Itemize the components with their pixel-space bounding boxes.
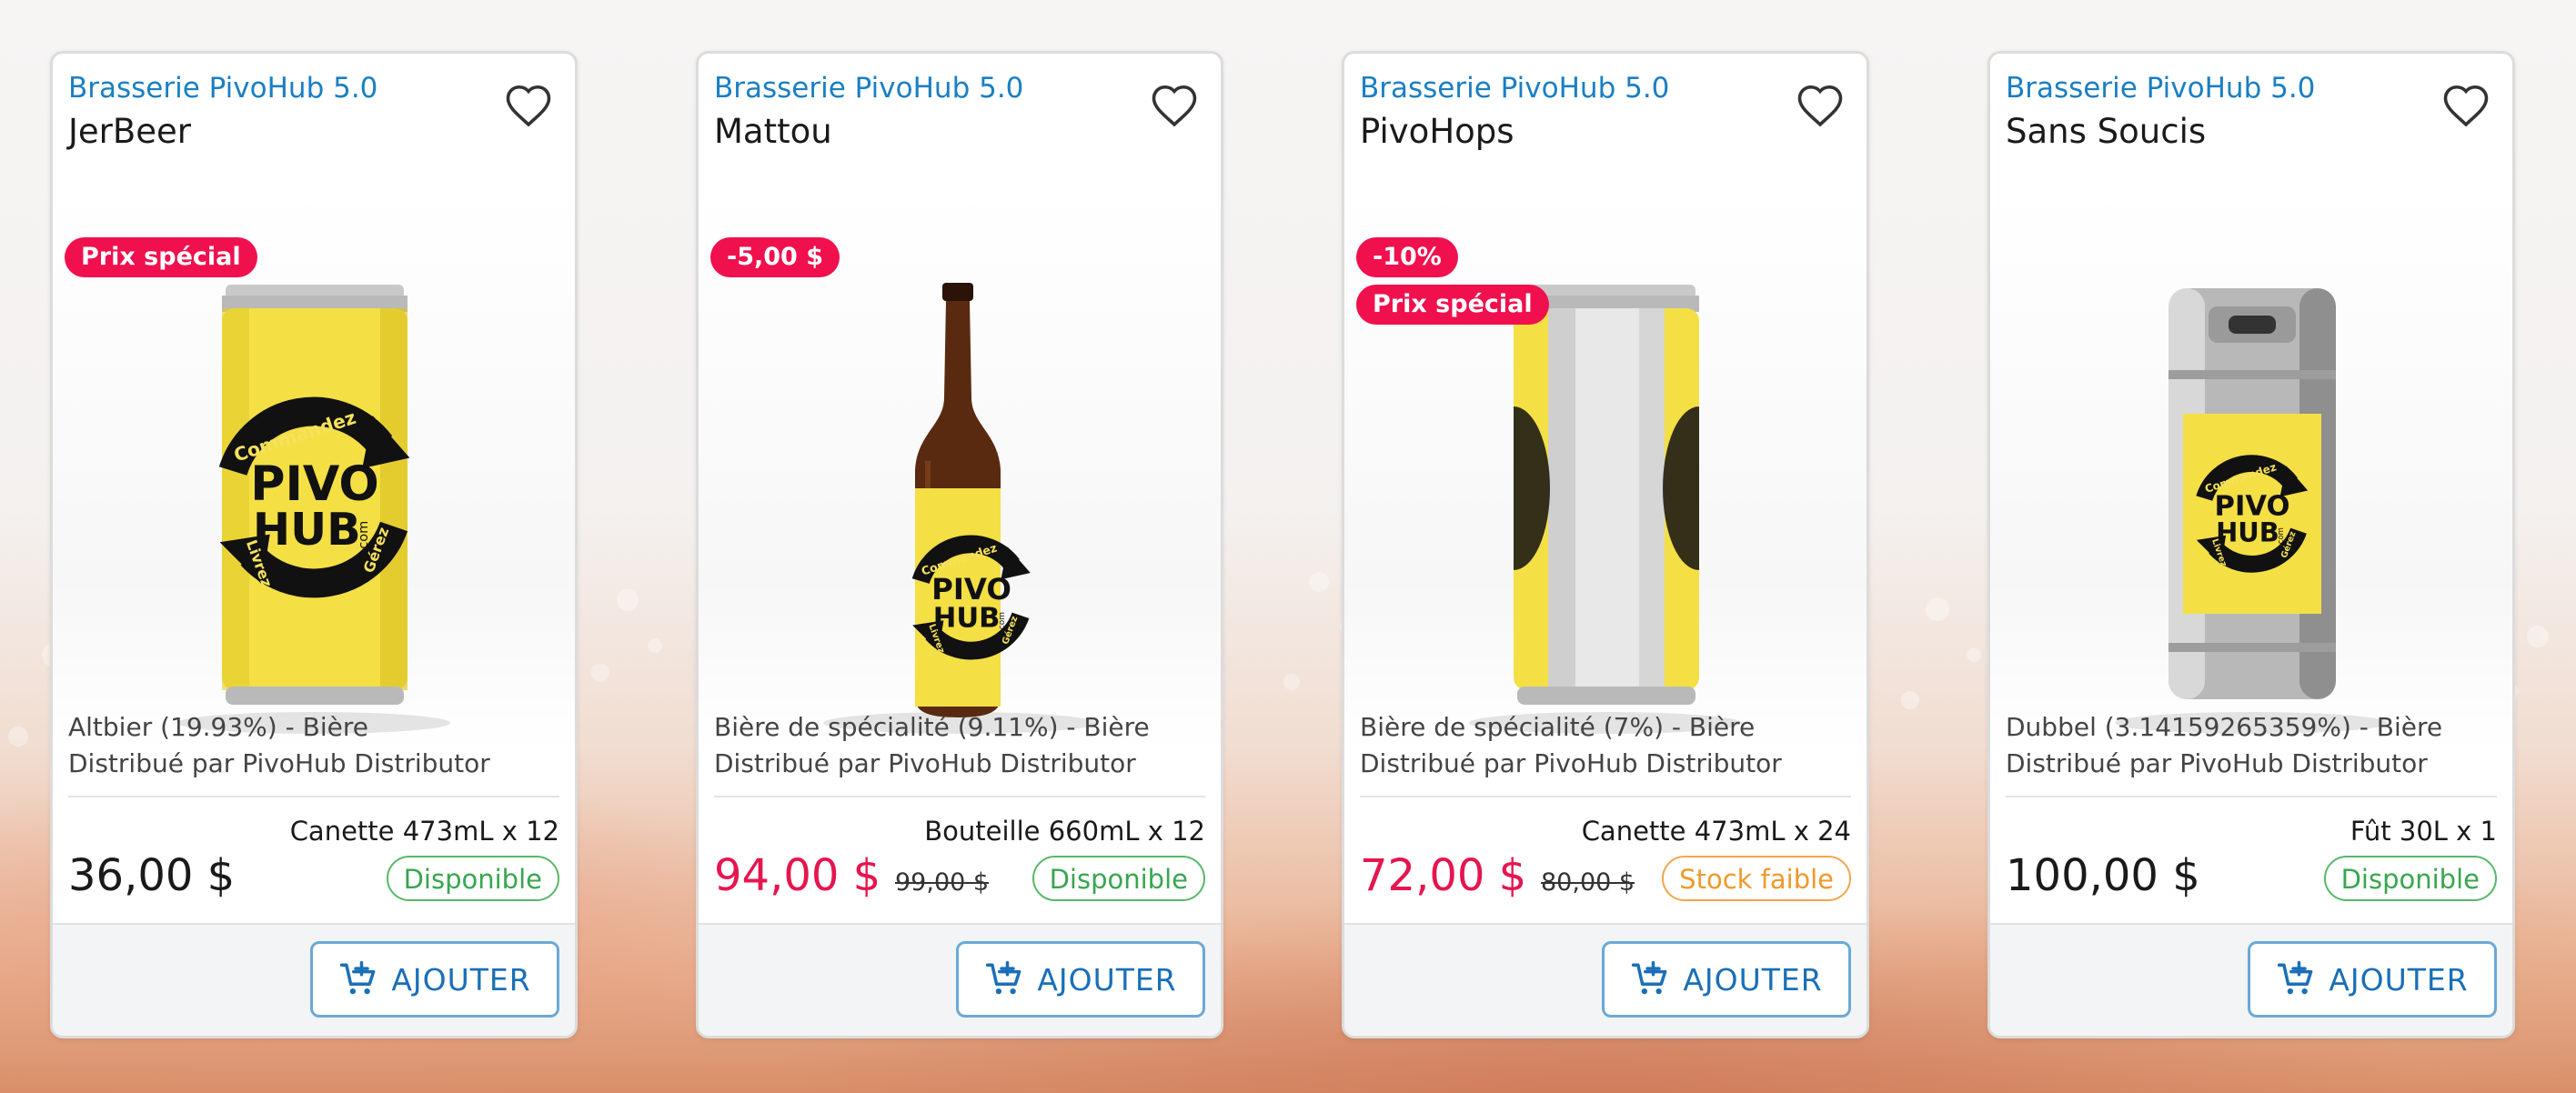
original-price: 80,00 $ xyxy=(1541,868,1635,897)
add-button-label: AJOUTER xyxy=(1683,961,1823,998)
keg-image: Commandez PIVO HUB .com Livrez Gérez xyxy=(2115,288,2388,734)
brewery-link[interactable]: Brasserie PivoHub 5.0 xyxy=(2006,72,2315,105)
stock-status-badge: Stock faible xyxy=(1662,856,1851,901)
product-name[interactable]: Sans Soucis xyxy=(2006,112,2206,151)
beer-style-text: Altbier (19.93%) - Bière xyxy=(68,712,368,742)
stock-status-badge: Disponible xyxy=(386,856,559,901)
favorite-heart-icon[interactable] xyxy=(1796,83,1845,128)
product-name[interactable]: Mattou xyxy=(714,112,832,151)
card-footer: AJOUTER xyxy=(53,923,575,1036)
distributor-text: Distribué par PivoHub Distributor xyxy=(1360,748,1782,778)
product-name[interactable]: JerBeer xyxy=(68,112,191,151)
add-cart-icon xyxy=(986,960,1021,995)
add-button-label: AJOUTER xyxy=(2329,961,2469,998)
stock-status-badge: Disponible xyxy=(1031,856,1205,901)
product-card-3[interactable]: Brasserie PivoHub 5.0 PivoHops Bière de … xyxy=(1342,51,1869,1038)
product-card-2[interactable]: Brasserie PivoHub 5.0 Mattou Commandez P… xyxy=(696,51,1223,1038)
package-format: Bouteille 660mL x 12 xyxy=(924,816,1205,847)
product-name[interactable]: PivoHops xyxy=(1360,112,1514,151)
card-footer: AJOUTER xyxy=(1990,923,2512,1036)
add-cart-icon xyxy=(2278,960,2313,995)
logo-hub-text: HUB xyxy=(253,503,361,556)
favorite-heart-icon[interactable] xyxy=(504,83,553,128)
add-cart-icon xyxy=(340,960,376,995)
divider xyxy=(68,796,559,797)
add-to-cart-button[interactable]: AJOUTER xyxy=(956,941,1205,1018)
package-format: Canette 473mL x 24 xyxy=(1581,816,1851,847)
distributor-text: Distribué par PivoHub Distributor xyxy=(68,748,490,778)
add-to-cart-button[interactable]: AJOUTER xyxy=(1602,941,1851,1018)
promo-badge: Prix spécial xyxy=(1356,285,1549,325)
beer-style-text: Bière de spécialité (9.11%) - Bière xyxy=(714,712,1150,742)
add-cart-icon xyxy=(1632,960,1667,995)
add-button-label: AJOUTER xyxy=(391,961,531,998)
card-footer: AJOUTER xyxy=(1344,923,1867,1036)
logo-hub-text: HUB xyxy=(933,602,1001,634)
original-price: 99,00 $ xyxy=(895,868,990,897)
beer-style-text: Bière de spécialité (7%) - Bière xyxy=(1360,712,1756,742)
logo-pivo-text: PIVO xyxy=(931,572,1011,607)
add-button-label: AJOUTER xyxy=(1037,961,1177,998)
beer-style-text: Dubbel (3.14159265359%) - Bière xyxy=(2006,712,2443,742)
price: 36,00 $ xyxy=(68,850,236,901)
price: 100,00 $ xyxy=(2006,850,2200,901)
product-card-4[interactable]: Brasserie PivoHub 5.0 Sans Soucis Comman… xyxy=(1987,51,2515,1038)
divider xyxy=(2006,796,2497,797)
brewery-link[interactable]: Brasserie PivoHub 5.0 xyxy=(68,72,377,105)
product-image[interactable]: Commandez PIVO HUB .com Livrez Gérez xyxy=(1990,188,2512,752)
logo-hub-text: HUB xyxy=(2216,517,2279,548)
divider xyxy=(714,796,1205,797)
card-footer: AJOUTER xyxy=(699,923,1221,1036)
add-to-cart-button[interactable]: AJOUTER xyxy=(2248,941,2497,1018)
distributor-text: Distribué par PivoHub Distributor xyxy=(2006,748,2428,778)
package-format: Fût 30L x 1 xyxy=(2350,816,2497,847)
brewery-link[interactable]: Brasserie PivoHub 5.0 xyxy=(1360,72,1669,105)
promo-badge: -10% xyxy=(1356,237,1458,277)
price: 72,00 $ xyxy=(1360,850,1527,901)
product-card-1[interactable]: Brasserie PivoHub 5.0 JerBeer Commandez … xyxy=(50,51,578,1038)
distributor-text: Distribué par PivoHub Distributor xyxy=(714,748,1136,778)
promo-badge: Prix spécial xyxy=(65,237,257,277)
package-format: Canette 473mL x 12 xyxy=(289,816,559,847)
price: 94,00 $ xyxy=(714,850,881,901)
favorite-heart-icon[interactable] xyxy=(1150,83,1199,128)
divider xyxy=(1360,796,1851,797)
brewery-link[interactable]: Brasserie PivoHub 5.0 xyxy=(714,72,1023,105)
stock-status-badge: Disponible xyxy=(2323,856,2497,901)
promo-badge: -5,00 $ xyxy=(710,237,840,277)
favorite-heart-icon[interactable] xyxy=(2441,83,2490,128)
add-to-cart-button[interactable]: AJOUTER xyxy=(310,941,559,1018)
